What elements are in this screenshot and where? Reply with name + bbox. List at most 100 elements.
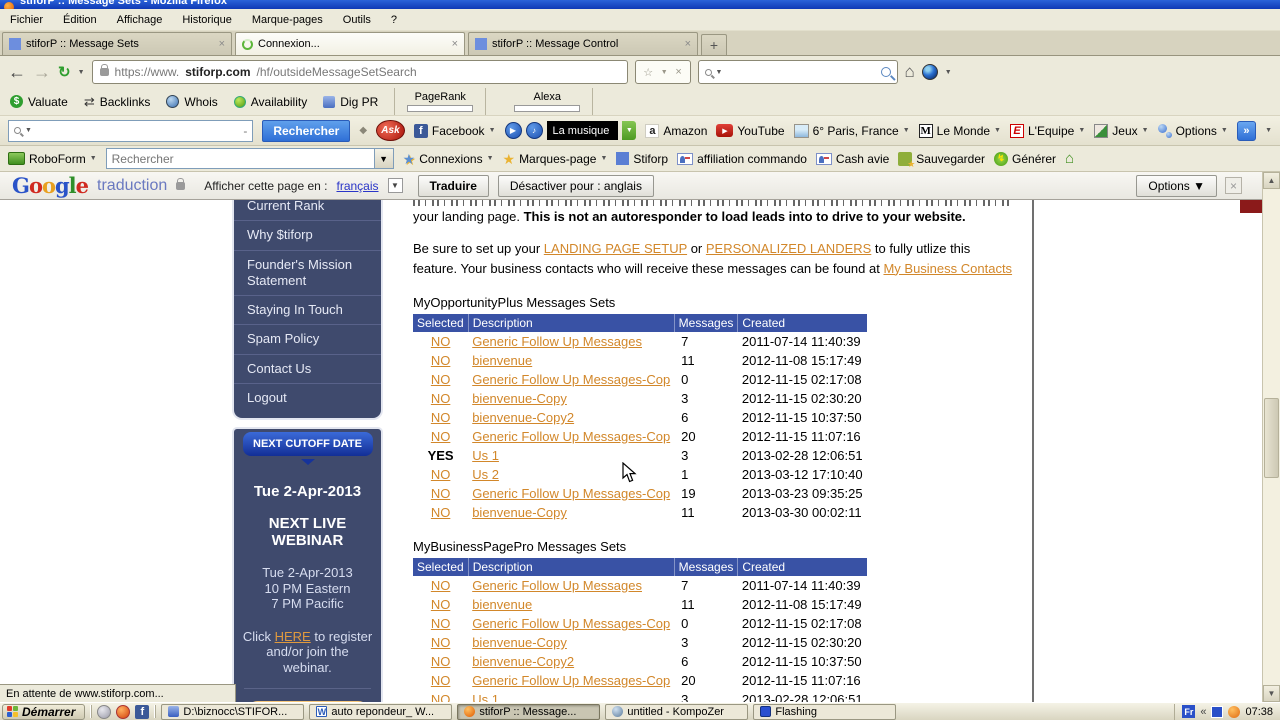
- tab-close-icon[interactable]: ×: [685, 38, 691, 50]
- resize-handle[interactable]: -: [243, 124, 247, 138]
- speaker-icon[interactable]: ♪: [525, 122, 543, 139]
- selected-toggle-link[interactable]: NO: [431, 372, 451, 387]
- options-button[interactable]: Options ▼: [1157, 123, 1228, 138]
- sidebar-item[interactable]: Founder's Mission Statement: [234, 251, 381, 296]
- roboform-search-input[interactable]: [106, 151, 374, 166]
- selected-toggle-link[interactable]: NO: [431, 429, 451, 444]
- cash-passcard-button[interactable]: Cash avie: [815, 152, 889, 166]
- availability-button[interactable]: Availability: [233, 95, 307, 109]
- selected-toggle-link[interactable]: NO: [431, 597, 451, 612]
- roboform-search-dropdown-icon[interactable]: ▼: [373, 149, 393, 168]
- message-set-link[interactable]: Generic Follow Up Messages-Cop: [472, 616, 670, 631]
- sidebar-item[interactable]: Current Rank: [234, 200, 381, 222]
- message-set-link[interactable]: bienvenue: [472, 353, 532, 368]
- overflow-dropdown-icon[interactable]: ▼: [1265, 127, 1272, 134]
- roboform-menu-button[interactable]: RoboForm ▼: [8, 152, 97, 166]
- menu-item[interactable]: Édition: [63, 14, 97, 26]
- language-indicator[interactable]: Fr: [1182, 705, 1196, 718]
- marquespage-button[interactable]: ★ Marques-page ▼: [503, 152, 608, 166]
- play-icon[interactable]: ▶: [504, 122, 522, 139]
- selected-toggle-link[interactable]: NO: [431, 673, 451, 688]
- scroll-up-icon[interactable]: ▲: [1263, 172, 1280, 189]
- search-engine-dropdown-icon[interactable]: ▼: [716, 69, 723, 76]
- app-menu-sphere-icon[interactable]: [921, 64, 938, 80]
- message-set-link[interactable]: bienvenue-Copy: [472, 635, 567, 650]
- quicklaunch-facebook-icon[interactable]: f: [135, 704, 150, 719]
- quicklaunch-icon-2[interactable]: [116, 704, 131, 719]
- search-submit-button[interactable]: Rechercher: [262, 119, 351, 142]
- message-set-link[interactable]: bienvenue-Copy: [472, 391, 567, 406]
- forward-button[interactable]: →: [33, 62, 51, 83]
- connexions-button[interactable]: ★ Connexions ▼: [403, 152, 494, 166]
- amazon-button[interactable]: a Amazon: [645, 123, 707, 138]
- search-go-icon[interactable]: [880, 67, 891, 77]
- translate-options-button[interactable]: Options ▼: [1136, 174, 1217, 197]
- backlinks-button[interactable]: ⇄ Backlinks: [84, 94, 151, 110]
- selected-toggle-link[interactable]: NO: [431, 635, 451, 650]
- tab-message-sets[interactable]: stiforP :: Message Sets ×: [2, 32, 232, 55]
- menu-item[interactable]: Affichage: [117, 14, 163, 26]
- lequipe-button[interactable]: E L'Equipe ▼: [1009, 123, 1085, 138]
- selected-toggle-link[interactable]: NO: [431, 578, 451, 593]
- scrollbar-thumb[interactable]: [1264, 398, 1279, 478]
- valuate-button[interactable]: $ Valuate: [10, 95, 68, 109]
- selected-toggle-link[interactable]: NO: [431, 467, 451, 482]
- register-here-link[interactable]: HERE: [275, 629, 311, 644]
- menu-item[interactable]: ?: [391, 14, 397, 26]
- language-link[interactable]: français: [336, 179, 378, 193]
- sidebar-item[interactable]: Logout: [234, 384, 381, 412]
- tab-connexion[interactable]: Connexion... ×: [235, 32, 465, 55]
- close-translate-bar-icon[interactable]: ×: [1225, 177, 1242, 194]
- message-set-link[interactable]: Us 1: [472, 448, 499, 463]
- roboform-search-field[interactable]: ▼: [105, 148, 394, 169]
- selected-toggle-link[interactable]: NO: [431, 654, 451, 669]
- ask-logo-icon[interactable]: Ask: [376, 120, 405, 141]
- tray-app-icon[interactable]: [1211, 705, 1224, 718]
- message-set-link[interactable]: Generic Follow Up Messages-Cop: [472, 429, 670, 444]
- bookmark-star-icon[interactable]: ☆: [643, 66, 653, 79]
- sidebar-item[interactable]: Spam Policy: [234, 325, 381, 355]
- roboform-home-icon[interactable]: ⌂: [1065, 150, 1074, 167]
- disable-language-button[interactable]: Désactiver pour : anglais: [497, 174, 654, 197]
- tray-update-icon[interactable]: [1228, 705, 1241, 718]
- translate-button[interactable]: Traduire: [417, 174, 489, 197]
- url-dropdown-icon[interactable]: ▼: [661, 69, 668, 76]
- tray-chevron-icon[interactable]: «: [1200, 706, 1206, 718]
- selected-toggle-link[interactable]: NO: [431, 334, 451, 349]
- message-set-link[interactable]: bienvenue-Copy2: [472, 654, 574, 669]
- search-bar[interactable]: ▼: [697, 60, 898, 84]
- message-set-link[interactable]: Generic Follow Up Messages: [472, 334, 642, 349]
- my-business-contacts-link[interactable]: My Business Contacts: [883, 261, 1012, 276]
- menu-item[interactable]: Marque-pages: [252, 14, 323, 26]
- menu-item[interactable]: Historique: [182, 14, 232, 26]
- selected-toggle-link[interactable]: NO: [431, 505, 451, 520]
- selected-toggle-link[interactable]: NO: [431, 353, 451, 368]
- selected-toggle-link[interactable]: NO: [431, 616, 451, 631]
- landing-page-setup-link[interactable]: LANDING PAGE SETUP: [544, 241, 687, 256]
- sidebar-item[interactable]: Why $tiforp: [234, 221, 381, 251]
- app-menu-dropdown-icon[interactable]: ▼: [945, 69, 952, 76]
- sidebar-item[interactable]: Contact Us: [234, 355, 381, 384]
- reload-dropdown-icon[interactable]: ▼: [78, 69, 85, 76]
- taskbar-task[interactable]: Flashing: [753, 703, 897, 720]
- message-set-link[interactable]: Generic Follow Up Messages-Cop: [472, 372, 670, 387]
- message-set-link[interactable]: Generic Follow Up Messages: [472, 578, 642, 593]
- browser-scrollbar[interactable]: ▲ ▼: [1262, 172, 1280, 702]
- personalized-landers-link[interactable]: PERSONALIZED LANDERS: [706, 241, 871, 256]
- ask-search-input[interactable]: [35, 123, 240, 138]
- music-dropdown-icon[interactable]: ▼: [622, 121, 637, 140]
- message-set-link[interactable]: bienvenue-Copy: [472, 505, 567, 520]
- menu-item[interactable]: Outils: [343, 14, 371, 26]
- taskbar-task[interactable]: Wauto repondeur_ W...: [309, 703, 453, 720]
- menu-item[interactable]: Fichier: [10, 14, 43, 26]
- sidebar-item[interactable]: Staying In Touch: [234, 296, 381, 326]
- search-dropdown-icon[interactable]: ▼: [25, 127, 32, 134]
- message-set-link[interactable]: bienvenue: [472, 597, 532, 612]
- ask-search-field[interactable]: ▼ -: [8, 119, 254, 142]
- youtube-button[interactable]: ▶ YouTube: [716, 124, 785, 138]
- whois-button[interactable]: Whois: [166, 95, 218, 109]
- music-title[interactable]: La musique: [546, 121, 619, 140]
- reload-button[interactable]: ↻: [58, 63, 71, 81]
- selected-toggle-link[interactable]: NO: [431, 692, 451, 702]
- language-dropdown-icon[interactable]: ▼: [387, 178, 403, 193]
